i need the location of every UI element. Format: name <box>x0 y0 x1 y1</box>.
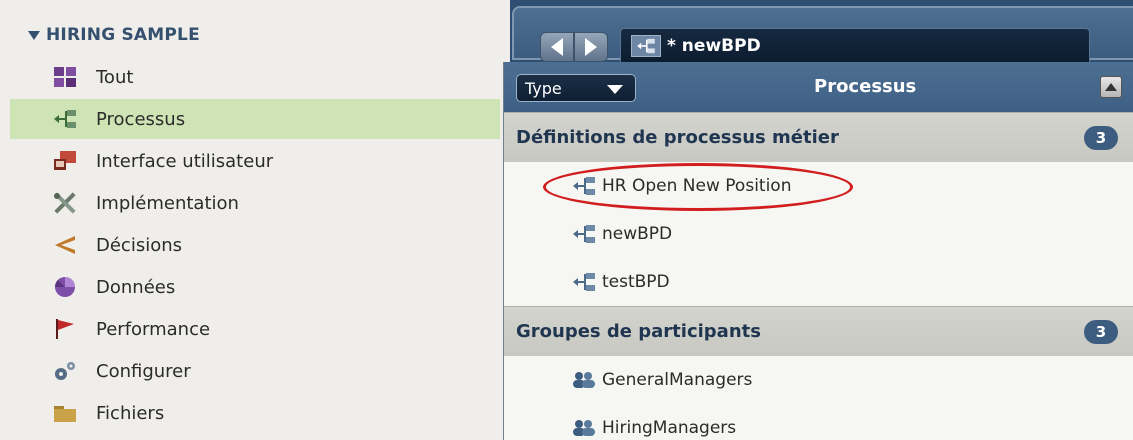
sidebar-item-interface-utilisateur[interactable]: Interface utilisateur <box>10 141 500 181</box>
panel-header: Type Processus <box>504 62 1133 112</box>
list-item-label: HR Open New Position <box>602 176 792 196</box>
sidebar-item-label: Interface utilisateur <box>96 150 274 172</box>
decision-icon <box>52 233 78 257</box>
sidebar-item-label: Décisions <box>96 234 183 256</box>
section-header-groupes[interactable]: Groupes de participants 3 <box>504 306 1133 356</box>
library-sidebar: HIRING SAMPLE Tout Processus Interface u… <box>0 0 510 440</box>
chevron-down-icon <box>607 85 623 94</box>
sidebar-item-donnees[interactable]: Données <box>10 267 500 307</box>
tab-label: * newBPD <box>667 35 761 56</box>
type-dropdown-label: Type <box>525 78 562 98</box>
forward-button[interactable] <box>574 32 608 62</box>
library-title[interactable]: HIRING SAMPLE <box>28 22 200 48</box>
sidebar-item-processus[interactable]: Processus <box>10 99 500 139</box>
grid-icon <box>52 65 78 89</box>
sidebar-item-label: Fichiers <box>96 402 165 424</box>
list-item-generalmanagers[interactable]: GeneralManagers <box>504 356 1133 404</box>
list-item-newbpd[interactable]: newBPD <box>504 210 1133 258</box>
folder-icon <box>52 401 78 425</box>
list-item-label: GeneralManagers <box>602 370 753 390</box>
collapse-button[interactable] <box>1100 76 1122 98</box>
process-icon <box>566 223 602 245</box>
sidebar-item-label: Tout <box>96 66 134 88</box>
section-label: Groupes de participants <box>516 321 761 342</box>
sidebar-item-label: Données <box>96 276 176 298</box>
participants-icon <box>566 417 602 439</box>
sidebar-item-tout[interactable]: Tout <box>10 57 500 97</box>
list-item-label: testBPD <box>602 272 670 292</box>
sidebar-item-label: Implémentation <box>96 192 239 214</box>
process-icon <box>52 107 78 131</box>
process-icon <box>566 271 602 293</box>
collapse-triangle-icon[interactable] <box>28 30 40 40</box>
gears-icon <box>52 359 78 383</box>
arrow-up-icon <box>1105 83 1117 91</box>
arrow-left-icon <box>551 38 563 56</box>
process-icon <box>631 34 661 57</box>
list-item-label: HiringManagers <box>602 418 737 438</box>
section-header-definitions[interactable]: Définitions de processus métier 3 <box>504 112 1133 162</box>
tab-newbpd[interactable]: * newBPD <box>620 28 1090 62</box>
type-dropdown[interactable]: Type <box>516 74 636 102</box>
list-item-testbpd[interactable]: testBPD <box>504 258 1133 306</box>
sidebar-item-label: Performance <box>96 318 211 340</box>
participants-icon <box>566 369 602 391</box>
sidebar-item-label: Processus <box>96 108 186 130</box>
panel-title: Processus <box>814 76 917 97</box>
process-icon <box>566 175 602 197</box>
library-popup-panel: Type Processus Définitions de processus … <box>503 62 1133 440</box>
sidebar-item-implementation[interactable]: Implémentation <box>10 183 500 223</box>
user-interface-icon <box>52 149 78 173</box>
arrow-right-icon <box>585 38 597 56</box>
sidebar-item-decisions[interactable]: Décisions <box>10 225 500 265</box>
flag-icon <box>52 317 78 341</box>
list-item-hiringmanagers[interactable]: HiringManagers <box>504 404 1133 440</box>
list-item-hr-open-new-position[interactable]: HR Open New Position <box>504 162 1133 210</box>
sidebar-item-label: Configurer <box>96 360 191 382</box>
editor-tab-row: * newBPD <box>540 24 1090 62</box>
list-item-label: newBPD <box>602 224 673 244</box>
app-window: HIRING SAMPLE Tout Processus Interface u… <box>0 0 1133 440</box>
sidebar-item-fichiers[interactable]: Fichiers <box>10 393 500 433</box>
sidebar-item-performance[interactable]: Performance <box>10 309 500 349</box>
count-badge: 3 <box>1084 320 1118 344</box>
back-button[interactable] <box>540 32 574 62</box>
tools-icon <box>52 191 78 215</box>
count-badge: 3 <box>1084 126 1118 150</box>
library-title-label: HIRING SAMPLE <box>46 25 200 45</box>
section-label: Définitions de processus métier <box>516 127 839 148</box>
sidebar-item-configurer[interactable]: Configurer <box>10 351 500 391</box>
data-icon <box>52 275 78 299</box>
